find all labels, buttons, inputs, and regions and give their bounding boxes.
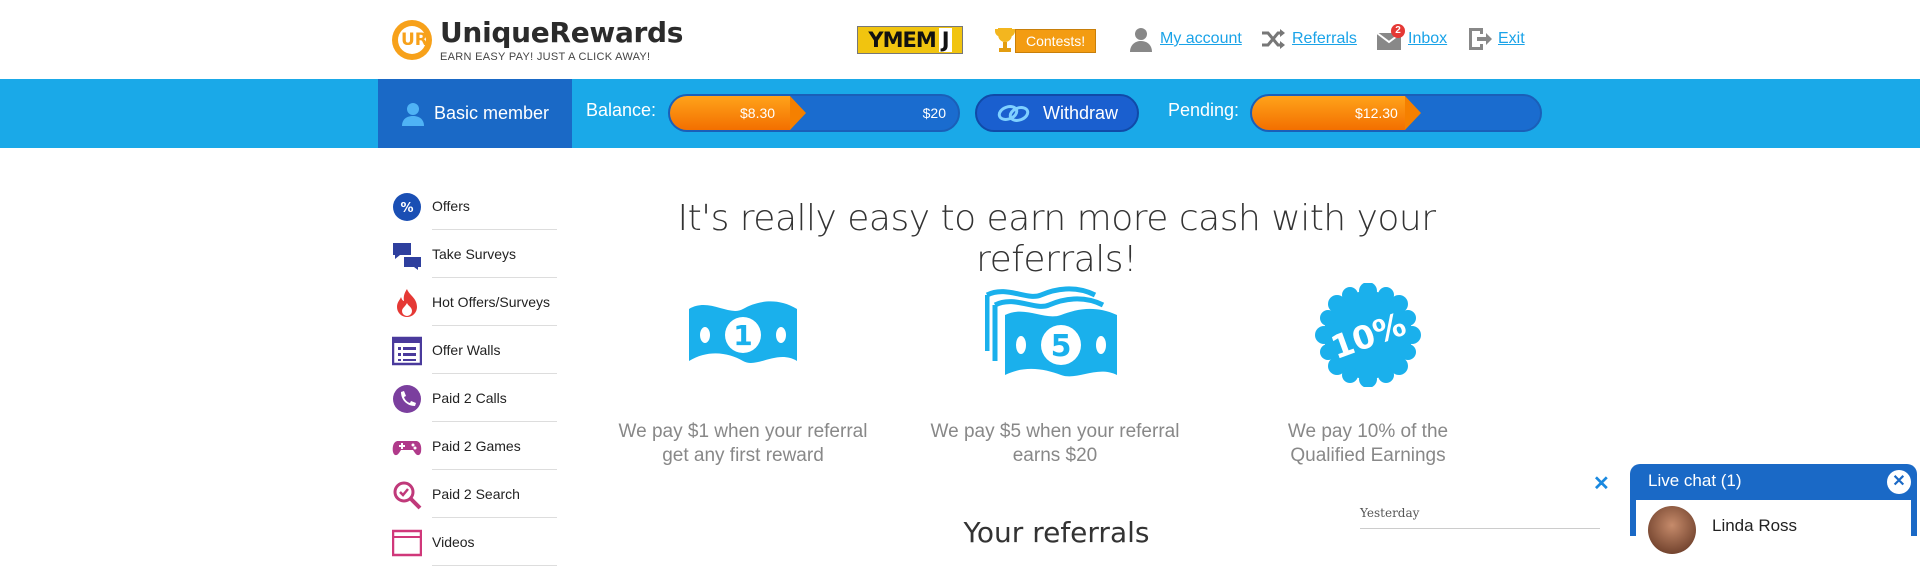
- sidebar-item-label: Take Surveys: [432, 245, 517, 262]
- balance-current: $8.30: [740, 105, 776, 121]
- pending-label: Pending:: [1168, 100, 1240, 120]
- sidebar-item-paid-2-search[interactable]: Paid 2 Search: [393, 470, 557, 518]
- withdraw-label: Withdraw: [1043, 102, 1119, 123]
- sidebar-item-videos[interactable]: Videos: [392, 518, 557, 566]
- contests-button[interactable]: Contests!: [993, 26, 1097, 56]
- site-title: UniqueRewards: [440, 16, 684, 49]
- member-status[interactable]: Basic member: [378, 79, 572, 148]
- video-icon: [392, 529, 422, 557]
- site-logo[interactable]: UR UniqueRewards EARN EASY PAY! JUST A C…: [392, 16, 683, 63]
- member-user-icon: [402, 102, 424, 126]
- gamepad-icon: [392, 441, 422, 456]
- dollar-bill-one-icon: 1: [689, 301, 797, 363]
- svg-text:1: 1: [733, 319, 752, 352]
- flame-icon: [397, 289, 417, 317]
- withdraw-button[interactable]: Withdraw: [975, 94, 1139, 132]
- percent-badge-icon: %: [393, 193, 421, 221]
- referrals-heading: Your referrals: [963, 516, 1150, 549]
- feature-text-line: Qualified Earnings: [1290, 445, 1446, 466]
- sidebar-item-label: Paid 2 Calls: [432, 389, 507, 406]
- inbox-link[interactable]: Inbox: [1408, 30, 1447, 48]
- sidebar-item-hot-offers[interactable]: Hot Offers/Surveys: [397, 278, 557, 326]
- divider: [1360, 528, 1600, 529]
- balance-label: Balance:: [586, 100, 657, 120]
- feature-text-line: We pay 10% of the: [1287, 421, 1449, 442]
- nav-inbox[interactable]: Inbox: [1376, 26, 1447, 52]
- user-icon: [1130, 28, 1152, 52]
- search-check-icon: [393, 481, 422, 510]
- sidebar-item-label: Hot Offers/Surveys: [432, 293, 551, 310]
- chat-bubbles-icon: [393, 243, 421, 270]
- page-headline: It's really easy to earn more cash with …: [677, 198, 1436, 280]
- phone-icon: [393, 385, 421, 413]
- ten-percent-badge-icon: 10%: [1315, 283, 1421, 387]
- balance-max: $20: [922, 105, 946, 121]
- pending-progress: $12.30: [1250, 94, 1542, 132]
- shuffle-icon: [1262, 29, 1285, 49]
- svg-text:5: 5: [1051, 329, 1072, 364]
- contests-label: Contests!: [1015, 29, 1097, 53]
- list-window-icon: [392, 336, 422, 366]
- sidebar-item-label: Paid 2 Search: [432, 485, 520, 502]
- notice-close-icon[interactable]: ✕: [1593, 471, 1610, 496]
- top-header: UR UniqueRewards EARN EASY PAY! JUST A C…: [0, 0, 1920, 79]
- feature-five-dollars: 5 We pay $5 when your referral earns $20: [915, 280, 1195, 468]
- nav-referrals[interactable]: Referrals: [1260, 26, 1357, 52]
- feature-ten-percent: 10% We pay 10% of the Qualified Earnings: [1228, 280, 1508, 468]
- inbox-unread-badge: 2: [1391, 24, 1405, 38]
- feature-text-line: We pay $1 when your referral: [618, 421, 868, 442]
- sidebar-item-label: Offer Walls: [432, 341, 501, 358]
- my-account-link[interactable]: My account: [1160, 30, 1242, 48]
- live-chat-body: Linda Ross: [1636, 500, 1911, 554]
- nav-my-account[interactable]: My account: [1128, 26, 1242, 52]
- logo-mark-icon: UR: [392, 19, 432, 60]
- exit-link[interactable]: Exit: [1498, 30, 1525, 48]
- ymem-logo[interactable]: YMEM J: [857, 26, 963, 54]
- pending-current: $12.30: [1355, 105, 1398, 121]
- sidebar-item-offer-walls[interactable]: Offer Walls: [392, 326, 557, 374]
- avatar[interactable]: [1648, 506, 1696, 554]
- sidebar-item-paid-2-calls[interactable]: Paid 2 Calls: [393, 374, 557, 422]
- live-chat-title: Live chat (1): [1648, 471, 1742, 490]
- sidebar-item-label: Offers: [432, 197, 470, 214]
- referrals-link[interactable]: Referrals: [1292, 30, 1357, 48]
- coins-icon: [997, 105, 1030, 122]
- sidebar-item-label: Paid 2 Games: [432, 437, 521, 454]
- feature-text-line: earns $20: [1012, 445, 1098, 466]
- chat-contact-name[interactable]: Linda Ross: [1712, 516, 1797, 536]
- member-label: Basic member: [434, 103, 550, 123]
- dollar-bills-five-icon: 5: [985, 286, 1117, 377]
- svg-text:%: %: [400, 201, 413, 216]
- feature-text-line: We pay $5 when your referral: [930, 421, 1180, 442]
- trophy-icon: [995, 28, 1015, 52]
- balance-progress: $8.30 $20: [668, 94, 960, 132]
- sidebar-item-paid-2-games[interactable]: Paid 2 Games: [392, 422, 557, 470]
- status-bar: [0, 79, 1920, 148]
- feature-one-dollar: 1 We pay $1 when your referral get any fi…: [603, 280, 883, 468]
- live-chat-close-icon[interactable]: ✕: [1887, 470, 1911, 494]
- live-chat-widget[interactable]: Live chat (1) ✕ Linda Ross: [1630, 464, 1917, 554]
- feature-text-line: get any first reward: [662, 445, 824, 466]
- site-tagline: EARN EASY PAY! JUST A CLICK AWAY!: [440, 51, 651, 63]
- exit-icon: [1469, 28, 1492, 50]
- sidebar-item-take-surveys[interactable]: Take Surveys: [393, 230, 557, 278]
- sidebar-menu: % Offers Take Surveys Hot Offers/Surveys…: [392, 182, 557, 566]
- date-label: Yesterday: [1360, 506, 1420, 520]
- nav-exit[interactable]: Exit: [1466, 26, 1525, 52]
- sidebar-item-offers[interactable]: % Offers: [393, 182, 557, 230]
